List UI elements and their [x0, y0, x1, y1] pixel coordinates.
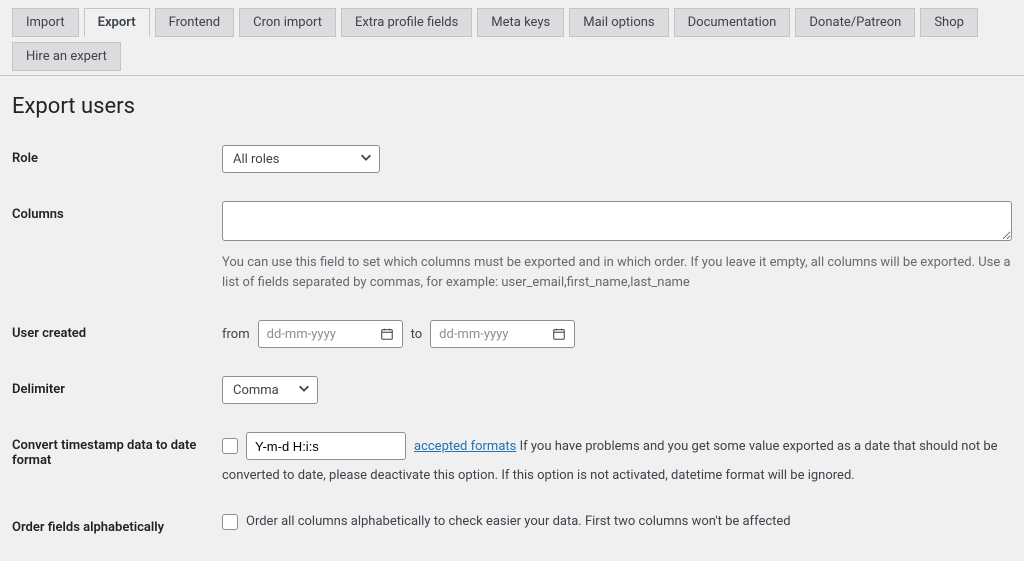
- tab-frontend[interactable]: Frontend: [155, 8, 235, 37]
- page-title: Export users: [0, 76, 1024, 119]
- timestamp-checkbox[interactable]: [222, 438, 238, 454]
- alphabetical-desc: Order all columns alphabetically to chec…: [246, 514, 791, 529]
- export-form: Role All roles Columns You can use this …: [0, 119, 1024, 561]
- role-select[interactable]: All roles: [222, 145, 380, 173]
- row-role: Role All roles: [12, 131, 1012, 187]
- label-timestamp: Convert timestamp data to date format: [12, 432, 222, 468]
- date-from-input[interactable]: dd-mm-yyyy: [258, 320, 403, 348]
- from-label: from: [222, 327, 250, 342]
- row-user-created: User created from dd-mm-yyyy to dd-mm-yy…: [12, 306, 1012, 362]
- tab-donate-patreon[interactable]: Donate/Patreon: [795, 8, 915, 37]
- columns-help: You can use this field to set which colu…: [222, 253, 1012, 292]
- tab-import[interactable]: Import: [12, 8, 79, 37]
- tab-extra-profile-fields[interactable]: Extra profile fields: [341, 8, 472, 37]
- calendar-icon: [380, 327, 394, 341]
- timestamp-desc-line2: converted to date, please deactivate thi…: [222, 466, 1012, 486]
- tab-cron-import[interactable]: Cron import: [239, 8, 336, 37]
- tab-export[interactable]: Export: [84, 8, 150, 37]
- label-role: Role: [12, 145, 222, 166]
- date-to-placeholder: dd-mm-yyyy: [439, 327, 508, 342]
- row-columns: Columns You can use this field to set wh…: [12, 187, 1012, 306]
- timestamp-desc-inline: If you have problems and you get some va…: [516, 439, 997, 454]
- label-columns: Columns: [12, 201, 222, 222]
- label-delimiter: Delimiter: [12, 376, 222, 397]
- columns-input[interactable]: [222, 201, 1012, 241]
- tab-shop[interactable]: Shop: [920, 8, 978, 37]
- tab-hire-an-expert[interactable]: Hire an expert: [12, 42, 121, 71]
- to-label: to: [411, 327, 423, 342]
- tab-documentation[interactable]: Documentation: [674, 8, 791, 37]
- accepted-formats-link[interactable]: accepted formats: [414, 439, 516, 454]
- label-user-created: User created: [12, 320, 222, 341]
- row-alphabetical: Order fields alphabetically Order all co…: [12, 500, 1012, 549]
- calendar-icon: [552, 327, 566, 341]
- tabs-bar: Import Export Frontend Cron import Extra…: [0, 0, 1024, 76]
- chevron-down-icon: [359, 150, 373, 168]
- role-select-value: All roles: [233, 152, 279, 167]
- date-from-placeholder: dd-mm-yyyy: [267, 327, 336, 342]
- timestamp-format-input[interactable]: [246, 432, 406, 460]
- delimiter-select[interactable]: Comma: [222, 376, 318, 404]
- date-to-input[interactable]: dd-mm-yyyy: [430, 320, 575, 348]
- alphabetical-checkbox[interactable]: [222, 514, 238, 530]
- row-timestamp: Convert timestamp data to date format ac…: [12, 418, 1012, 500]
- row-delimiter: Delimiter Comma: [12, 362, 1012, 418]
- label-alphabetical: Order fields alphabetically: [12, 514, 222, 535]
- delimiter-select-value: Comma: [233, 383, 279, 398]
- chevron-down-icon: [297, 381, 311, 399]
- tab-mail-options[interactable]: Mail options: [569, 8, 668, 37]
- tab-meta-keys[interactable]: Meta keys: [477, 8, 564, 37]
